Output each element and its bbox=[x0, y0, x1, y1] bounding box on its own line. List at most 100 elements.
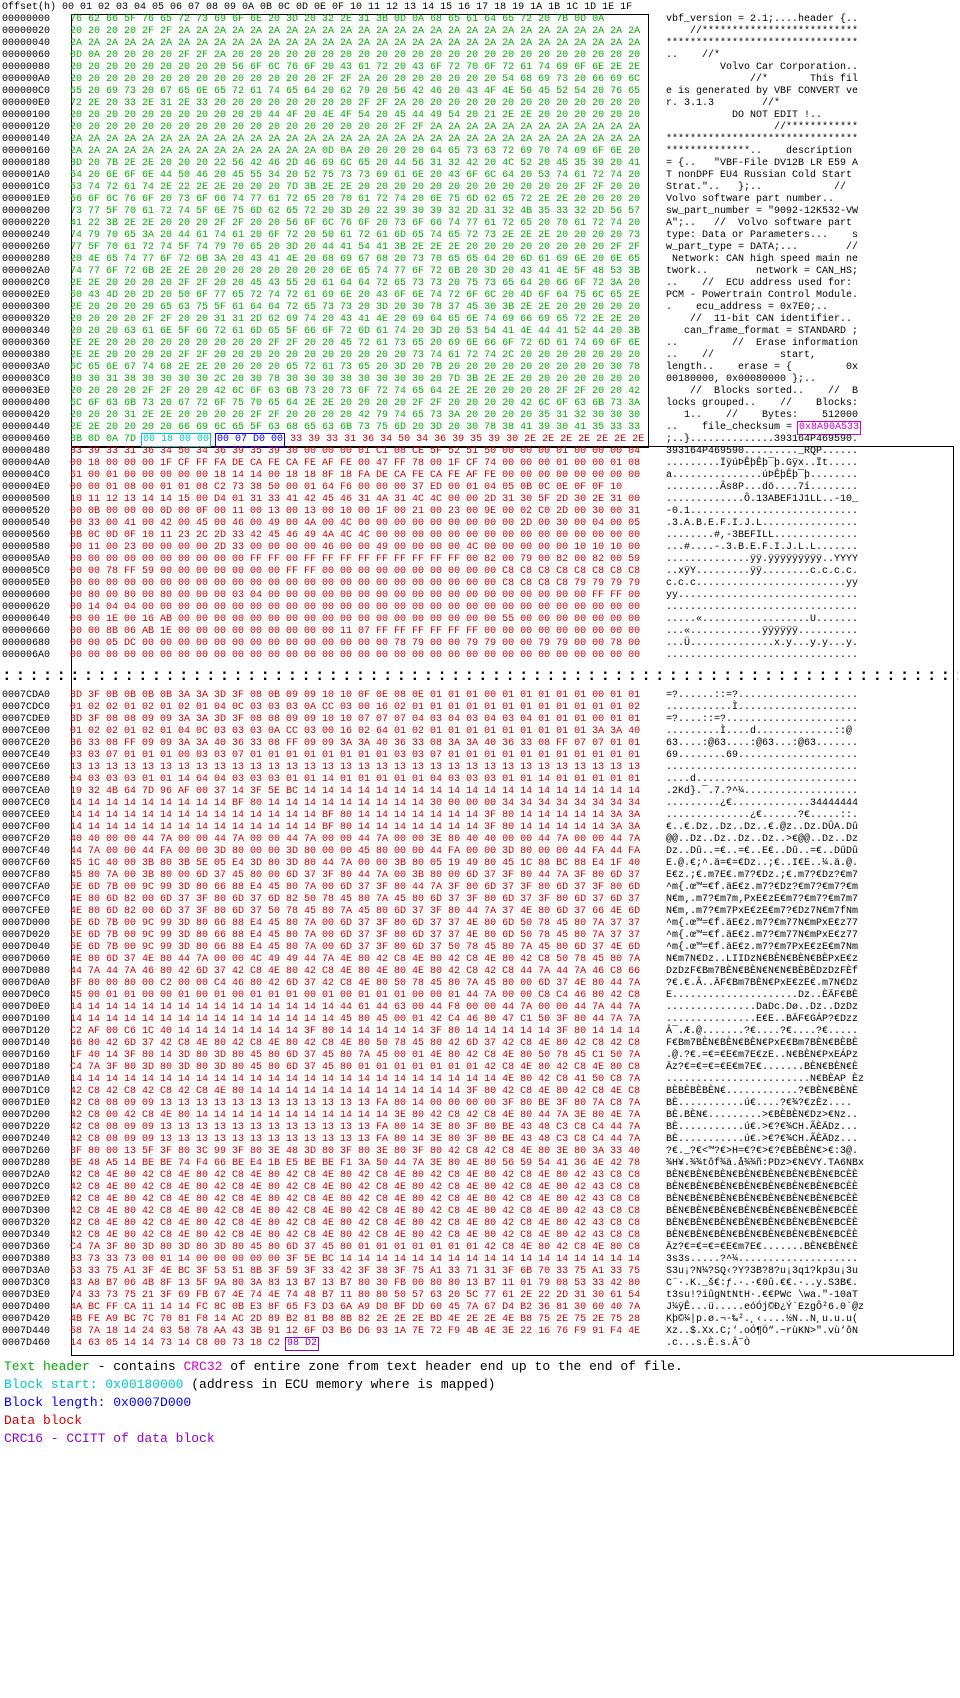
hex-row: 0007CF0014 14 14 14 14 14 14 14 14 14 14… bbox=[2, 822, 958, 834]
hex-row: 000002C02E 2E 20 20 20 20 2F 2F 20 20 45… bbox=[2, 278, 958, 290]
hex-row: 0000020073 77 5F 70 61 72 74 5F 6E 75 6D… bbox=[2, 206, 958, 218]
hex-row: 000001402A 2A 2A 2A 2A 2A 2A 2A 2A 2A 2A… bbox=[2, 134, 958, 146]
hex-row: 0007D08044 7A 44 7A 46 80 42 6D 37 42 C8… bbox=[2, 966, 958, 978]
marker-crc16: 98 D2 bbox=[285, 1337, 319, 1351]
hex-row: 0007CE2036 33 08 FF 09 09 3A 3A 40 36 33… bbox=[2, 738, 958, 750]
hex-row: 0007D180C4 7A 3F 80 3D 80 3D 80 3D 80 45… bbox=[2, 1062, 958, 1074]
legend-block-start: Block start: 0x00180000 (address in ECU … bbox=[4, 1376, 956, 1394]
hex-row: 0007CE6013 13 13 13 13 13 13 13 13 13 13… bbox=[2, 762, 958, 774]
hex-row: 000005E000 00 00 00 00 00 00 00 00 00 00… bbox=[2, 578, 958, 590]
hex-row: 0007CE0001 02 02 01 02 01 04 0C 03 03 03… bbox=[2, 726, 958, 738]
hex-row: 000004C061 00 01 00 00 00 00 00 18 14 14… bbox=[2, 470, 958, 482]
hex-row: 000005A000 00 00 00 00 00 00 00 00 00 FF… bbox=[2, 554, 958, 566]
hex-row: 000001E056 6F 6C 76 6F 20 73 6F 66 74 77… bbox=[2, 194, 958, 206]
hex-row: 0007D38033 73 33 73 00 01 14 00 00 00 00… bbox=[2, 1254, 958, 1266]
hex-row: 000003002E 20 20 20 20 65 63 75 5F 61 64… bbox=[2, 302, 958, 314]
legend: Text header - contains CRC32 of entire z… bbox=[2, 1350, 958, 1450]
hex-row: 0007D4004A BC FF CA 11 14 14 FC 8C 0B E3… bbox=[2, 1302, 958, 1314]
hex-row: 0000012020 20 20 20 20 20 20 20 20 20 20… bbox=[2, 122, 958, 134]
hex-row: 0007D1A014 14 14 14 14 14 14 14 14 14 14… bbox=[2, 1074, 958, 1086]
hex-row: 0007CFE04E 80 6D 82 00 6D 37 3F 80 6D 37… bbox=[2, 906, 958, 918]
hex-row: 0007D14046 80 42 6D 37 42 C8 4E 80 42 C8… bbox=[2, 1038, 958, 1050]
hex-row: 0007D0A03F 80 00 80 00 C2 00 00 C4 46 80… bbox=[2, 978, 958, 990]
marker-crc32: 0x8A90A533 bbox=[797, 421, 861, 435]
hex-row: 0000052000 0B 00 00 00 0D 00 0F 00 11 00… bbox=[2, 506, 958, 518]
hex-row: 0007D0604E 80 6D 37 4E 80 44 7A 00 00 4C… bbox=[2, 954, 958, 966]
hex-row: 0000002020 20 20 20 2F 2F 2A 2A 2A 2A 2A… bbox=[2, 26, 958, 38]
legend-data-block: Data block bbox=[4, 1412, 956, 1430]
hex-row: 0007CEE014 14 14 14 14 14 14 14 14 14 14… bbox=[2, 810, 958, 822]
hex-row: 0007D44058 7A 18 14 24 03 58 78 AA 43 3B… bbox=[2, 1326, 958, 1338]
hex-row: 0007D34042 C8 4E 80 42 C8 4E 80 42 C8 4E… bbox=[2, 1230, 958, 1242]
hex-row: 0000026077 5F 70 61 72 74 5F 74 79 70 65… bbox=[2, 242, 958, 254]
hex-row: 0007D20042 C8 00 42 C8 4E 80 14 14 14 14… bbox=[2, 1110, 958, 1122]
hex-row: 0007CDA03D 3F 0B 0B 0B 0B 3A 3A 3D 3F 08… bbox=[2, 690, 958, 702]
hex-row: 000004E000 00 01 08 00 01 01 08 C2 73 38… bbox=[2, 482, 958, 494]
hex-row: 000006A000 00 00 00 00 00 00 00 00 00 00… bbox=[2, 650, 958, 662]
hex-row: 0007D0005E 6D 7B 00 9C 99 3D 80 66 88 E4… bbox=[2, 918, 958, 930]
hex-row: 000003A06C 65 6E 67 74 68 2E 2E 20 20 20… bbox=[2, 362, 958, 374]
hex-row: 0007D1C042 C8 42 C8 42 C8 42 C8 4E 80 14… bbox=[2, 1086, 958, 1098]
hex-row: 0007D4204B FE A9 BC 7C 70 81 F8 14 AC 2D… bbox=[2, 1314, 958, 1326]
hex-row: 0000054000 33 00 41 00 42 00 45 00 46 00… bbox=[2, 518, 958, 530]
hex-row: 0007D280BE 48 A5 14 BE BE 74 F4 66 BE E4… bbox=[2, 1158, 958, 1170]
hex-row: 000005600B 0C 0D 0F 10 11 23 2C 2D 33 42… bbox=[2, 530, 958, 542]
hex-row: 0000022041 22 3B 2E 2E 20 20 20 2F 2F 20… bbox=[2, 218, 958, 230]
hex-row: 000000600D 0A 20 20 20 20 2F 2F 2A 20 20… bbox=[2, 50, 958, 62]
hex-row: 0000034020 20 20 63 61 6E 5F 66 72 61 6D… bbox=[2, 326, 958, 338]
hex-row: 0000066000 00 8B 06 AB 1E 00 00 00 00 00… bbox=[2, 626, 958, 638]
hex-row: 000003802E 2E 20 20 20 20 2F 2F 20 20 20… bbox=[2, 350, 958, 362]
ellipsis-divider: ::::::::::::::::::::::::::::::::::::::::… bbox=[2, 662, 958, 690]
hex-row: 0000024074 79 70 65 3A 20 44 61 74 61 20… bbox=[2, 230, 958, 242]
hex-row: 0007CF8045 80 7A 00 3B 80 00 6D 37 45 80… bbox=[2, 870, 958, 882]
hex-row: 000004006C 6F 63 6B 73 20 67 72 6F 75 70… bbox=[2, 398, 958, 410]
hex-row: 000000A020 20 20 20 20 20 20 20 20 20 20… bbox=[2, 74, 958, 86]
hex-row: 0000068000 00 05 DC 00 00 00 00 00 00 00… bbox=[2, 638, 958, 650]
hex-row: 0007CEA019 32 4B 64 7D 96 AF 00 37 14 3F… bbox=[2, 786, 958, 798]
hex-row: 000000C065 20 69 73 20 67 65 6E 65 72 61… bbox=[2, 86, 958, 98]
hex-row: 0007D3A053 33 75 A1 3F 4E BC 3F 53 51 8B… bbox=[2, 1266, 958, 1278]
hex-row: 0007D2C042 C8 4E 80 42 C8 4E 80 42 C8 4E… bbox=[2, 1182, 958, 1194]
hex-row: 0007D1E042 C8 08 09 09 13 13 13 13 13 13… bbox=[2, 1098, 958, 1110]
hex-row: 0007D120C2 AF 00 C6 1C 40 14 14 14 14 14… bbox=[2, 1026, 958, 1038]
hex-row: 0007CFA05E 6D 7B 00 9C 99 3D 80 66 88 E4… bbox=[2, 882, 958, 894]
marker-block-length: 00 07 D0 00 bbox=[215, 433, 285, 447]
hex-row: 0000062000 14 04 04 00 00 00 00 00 00 00… bbox=[2, 602, 958, 614]
hex-row: 000000E072 2E 20 33 2E 31 2E 33 20 20 20… bbox=[2, 98, 958, 110]
hex-row: 0007D2A042 C8 4E 80 42 C8 4E 80 42 C8 4E… bbox=[2, 1170, 958, 1182]
hex-row: 0007D22042 C8 08 09 09 13 13 13 13 13 13… bbox=[2, 1122, 958, 1134]
hex-row: 0000010020 20 20 20 20 20 20 20 20 20 20… bbox=[2, 110, 958, 122]
hex-row: 0007D0205E 6D 7B 00 9C 99 3D 80 66 88 E4… bbox=[2, 930, 958, 942]
hex-row: 0007CF2040 40 00 00 44 7A 00 00 44 7A 00… bbox=[2, 834, 958, 846]
hex-row: 0007D0405E 6D 7B 00 9C 99 3D 80 66 88 E4… bbox=[2, 942, 958, 954]
hex-row: 0007D2603F 80 00 13 5F 3F 80 3C 99 3F 80… bbox=[2, 1146, 958, 1158]
hex-row: 000000402A 2A 2A 2A 2A 2A 2A 2A 2A 2A 2A… bbox=[2, 38, 958, 50]
hex-row: 0007D30042 C8 4E 80 42 C8 4E 80 42 C8 4E… bbox=[2, 1206, 958, 1218]
hex-row: 0000060000 80 00 80 00 80 00 00 00 03 04… bbox=[2, 590, 958, 602]
hex-row: 0007D360C4 7A 3F 80 3D 80 3D 80 3D 80 45… bbox=[2, 1242, 958, 1254]
hex-row: 0007D10014 14 14 14 14 14 14 14 14 14 14… bbox=[2, 1014, 958, 1026]
hex-row: 0000008020 20 20 20 20 20 20 20 20 56 6F… bbox=[2, 62, 958, 74]
hex-row: 0007D1601F 40 14 3F 80 14 3D 80 3D 80 45… bbox=[2, 1050, 958, 1062]
hex-row: 000001A054 20 6E 6F 6E 44 50 46 20 45 55… bbox=[2, 170, 958, 182]
hex-row: 000004603B 0D 0A 7D 00 18 00 00 00 07 D0… bbox=[2, 434, 958, 446]
hex-row: 0007D32042 C8 4E 80 42 C8 4E 80 42 C8 4E… bbox=[2, 1218, 958, 1230]
hex-row: 0007D0C045 00 01 01 00 00 01 00 01 00 01… bbox=[2, 990, 958, 1002]
hex-row: 000004A000 18 00 00 00 1F CF FF FA DE CA… bbox=[2, 458, 958, 470]
hex-row: 0007D24042 C8 08 09 09 13 13 13 13 13 13… bbox=[2, 1134, 958, 1146]
hex-row: 0000000076 62 66 5F 76 65 72 73 69 6F 6E… bbox=[2, 14, 958, 26]
hex-row: 0000050010 11 12 13 14 14 15 00 D4 01 31… bbox=[2, 494, 958, 506]
hex-row: 0007CE4003 03 07 01 01 01 00 03 03 07 01… bbox=[2, 750, 958, 762]
legend-block-length: Block length: 0x0007D000 bbox=[4, 1394, 956, 1412]
hex-row: 0007CDE03D 3F 08 08 09 09 3A 3A 3D 3F 08… bbox=[2, 714, 958, 726]
hex-row: 000002A074 77 6F 72 6B 2E 2E 20 20 20 20… bbox=[2, 266, 958, 278]
hex-row: 0007D46014 63 05 14 14 73 14 C8 00 73 18… bbox=[2, 1338, 958, 1350]
hex-row: 0007D3C043 A8 B7 06 4B 8F 13 5F 9A 80 3A… bbox=[2, 1278, 958, 1290]
hex-row: 0000028020 4E 65 74 77 6F 72 6B 3A 20 43… bbox=[2, 254, 958, 266]
hex-viewer: Offset(h) 00 01 02 03 04 05 06 07 08 09 … bbox=[2, 2, 958, 1350]
hex-row: 0007D0E014 14 14 14 14 14 14 14 14 14 14… bbox=[2, 1002, 958, 1014]
hex-row: 0007D2E042 C8 4E 80 42 C8 4E 80 42 C8 4E… bbox=[2, 1194, 958, 1206]
hex-row: 000003C030 30 31 38 30 30 30 30 2C 20 30… bbox=[2, 374, 958, 386]
hex-row: 000002E050 43 4D 20 2D 20 50 6F 77 65 72… bbox=[2, 290, 958, 302]
hex-row: 0007CE8004 03 03 03 01 01 14 64 04 03 03… bbox=[2, 774, 958, 786]
